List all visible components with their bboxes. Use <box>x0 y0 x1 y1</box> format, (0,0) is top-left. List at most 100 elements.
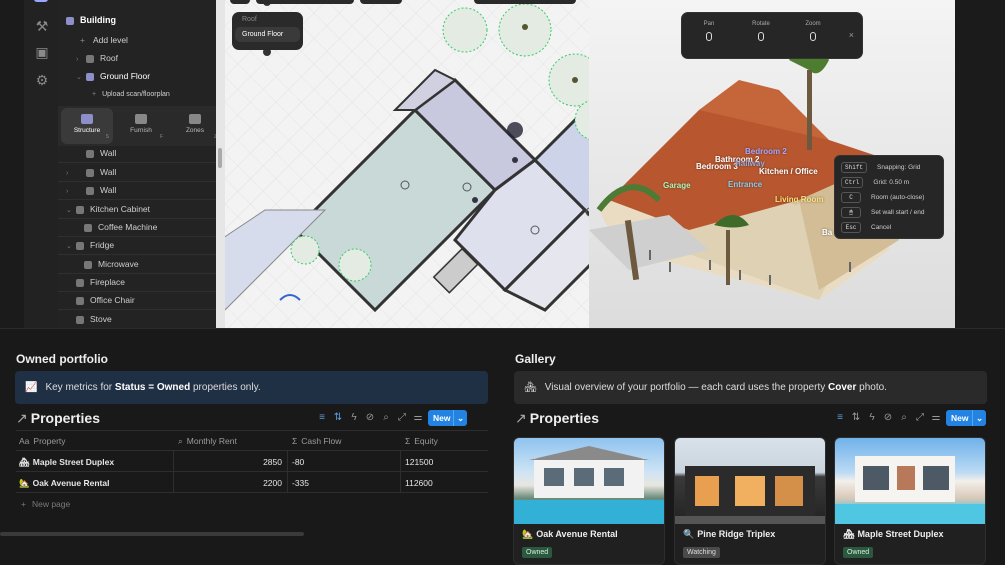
hide-icon[interactable]: ⊘ <box>364 412 376 424</box>
tree-root[interactable]: Building <box>66 11 216 29</box>
tree-item[interactable]: Office Chair <box>76 291 216 309</box>
fireplace-icon <box>76 278 84 287</box>
chevron-down-icon[interactable]: ⌄ <box>972 410 986 426</box>
automation-icon[interactable]: ϟ <box>348 412 360 424</box>
table-cell-equity[interactable]: 112600 <box>405 478 433 488</box>
filter-icon[interactable]: ≡ <box>316 412 328 424</box>
hammer-icon[interactable]: ⚒ <box>34 18 50 34</box>
table-cell-rent[interactable]: 2200 <box>240 478 282 488</box>
sort-icon[interactable]: ⇅ <box>850 412 862 424</box>
tree-scrollbar[interactable] <box>216 0 225 328</box>
column-header[interactable]: ⌕ Monthly Rent <box>178 436 237 447</box>
cube-icon <box>81 114 93 124</box>
level-option-ground[interactable]: Ground Floor <box>235 27 300 42</box>
cover-photo <box>514 438 664 524</box>
key-cap: Esc <box>841 222 861 233</box>
tab-furnish[interactable]: Furnish F <box>115 108 167 144</box>
new-button[interactable]: New ⌄ <box>428 410 467 426</box>
table-cell-name[interactable]: 🏘 Maple Street Duplex <box>19 457 114 468</box>
tab-zones[interactable]: Zones Z <box>169 108 216 144</box>
card-title: 🔍 Pine Ridge Triplex <box>683 529 775 540</box>
horizontal-scrollbar[interactable] <box>0 532 304 536</box>
column-header[interactable]: Σ Equity <box>405 436 438 446</box>
tree-item[interactable]: Stove <box>76 310 216 328</box>
top-control[interactable] <box>474 0 576 4</box>
room-label[interactable]: Garage <box>663 181 691 190</box>
tree-item[interactable]: ⌄ Fridge <box>66 236 216 254</box>
room-label[interactable]: Kitchen / Office <box>759 167 818 176</box>
room-label[interactable]: Entrance <box>728 180 762 189</box>
tree-item[interactable]: Fireplace <box>76 273 216 291</box>
plus-icon: + <box>21 499 26 509</box>
rotate-control[interactable]: Rotate <box>736 21 786 41</box>
gallery-card[interactable]: 🔍 Pine Ridge Triplex Watching <box>674 437 826 565</box>
settings-icon[interactable]: ⚌ <box>412 412 424 424</box>
plus-icon: + <box>80 35 85 45</box>
zoom-control[interactable]: Zoom <box>788 21 838 41</box>
top-control[interactable] <box>360 0 402 4</box>
expand-icon[interactable]: ⤢ <box>914 412 926 424</box>
automation-icon[interactable]: ϟ <box>866 412 878 424</box>
filter-icon[interactable]: ≡ <box>834 412 846 424</box>
room-label[interactable]: Ba <box>822 228 832 237</box>
scrollbar-thumb[interactable] <box>218 148 222 168</box>
pan-control[interactable]: Pan <box>684 21 734 41</box>
table-cell-rent[interactable]: 2850 <box>240 457 282 467</box>
level-popup: Roof Ground Floor <box>232 12 303 50</box>
section-heading: Gallery <box>515 352 556 366</box>
right-gutter <box>955 0 1005 328</box>
search-icon[interactable]: ⌕ <box>380 412 392 424</box>
gallery-card[interactable]: 🏡 Oak Avenue Rental Owned <box>513 437 665 565</box>
grid-icon[interactable] <box>34 0 48 2</box>
search-icon[interactable]: ⌕ <box>898 412 910 424</box>
tree-item[interactable]: › Wall <box>66 181 216 199</box>
sort-icon[interactable]: ⇅ <box>332 412 344 424</box>
shortcut-label: Snapping: Grid <box>877 164 921 171</box>
item-label: Kitchen Cabinet <box>90 204 151 214</box>
close-icon[interactable]: × <box>849 30 854 40</box>
table-cell-cashflow[interactable]: -335 <box>292 478 309 488</box>
column-header[interactable]: Σ Cash Flow <box>292 436 341 446</box>
callout: 📈 Key metrics for Status = Owned properti… <box>15 371 488 404</box>
room-label[interactable]: Living Room <box>775 195 823 204</box>
tree-item[interactable]: › Wall <box>66 163 216 181</box>
view-title-label: Properties <box>529 410 599 426</box>
top-control[interactable] <box>256 0 354 4</box>
box-icon[interactable]: ▣ <box>34 44 50 60</box>
tree-item[interactable]: ⌄ Kitchen Cabinet <box>66 200 216 218</box>
upload-floorplan-button[interactable]: + Upload scan/floorplan <box>92 86 216 104</box>
settings-icon[interactable]: ⚌ <box>930 412 942 424</box>
settings-icon[interactable]: ⚙ <box>34 72 50 88</box>
expand-icon[interactable]: ⤢ <box>396 412 408 424</box>
column-label: Cash Flow <box>301 436 342 446</box>
top-control[interactable] <box>230 0 250 4</box>
hide-icon[interactable]: ⊘ <box>882 412 894 424</box>
room-label[interactable]: Bedroom 3 <box>696 162 738 171</box>
new-button[interactable]: New ⌄ <box>946 410 986 426</box>
pan-label: Pan <box>703 21 715 27</box>
table-cell-name[interactable]: 🏡 Oak Avenue Rental <box>19 478 109 489</box>
callout-text: photo. <box>856 382 887 393</box>
tree-item[interactable]: Coffee Machine <box>84 218 216 236</box>
tree-level-roof[interactable]: › Roof <box>76 49 216 67</box>
table-cell-cashflow[interactable]: -80 <box>292 457 304 467</box>
view-title[interactable]: ↗ Properties <box>515 410 599 427</box>
gallery-card[interactable]: 🏘 Maple Street Duplex Owned <box>834 437 986 565</box>
new-label: New <box>433 413 451 423</box>
tree-item[interactable]: Wall <box>76 144 216 162</box>
item-label: Wall <box>100 185 117 195</box>
column-header[interactable]: Aa Property <box>19 436 66 446</box>
plus-icon: + <box>92 91 97 98</box>
new-page-button[interactable]: + New page <box>21 499 70 509</box>
tree-root-label: Building <box>80 15 116 25</box>
chevron-down-icon[interactable]: ⌄ <box>453 410 467 426</box>
add-level-button[interactable]: + Add level <box>80 31 216 49</box>
tree-level-ground[interactable]: ⌄ Ground Floor <box>76 67 216 85</box>
mode-tabs: Structure S Furnish F Zones Z <box>58 106 216 146</box>
tab-structure[interactable]: Structure S <box>61 108 113 144</box>
tree-item[interactable]: Microwave <box>84 255 216 273</box>
level-option-roof[interactable]: Roof <box>232 12 303 27</box>
tab-label: Structure <box>73 127 101 134</box>
view-title[interactable]: ↗ Properties <box>16 410 100 427</box>
table-cell-equity[interactable]: 121500 <box>405 457 433 467</box>
